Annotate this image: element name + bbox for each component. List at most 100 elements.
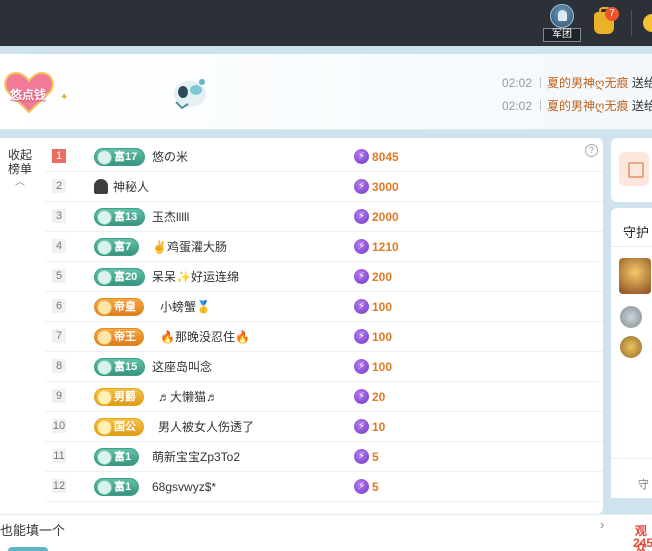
guard-title[interactable]: 守护 [623,222,649,241]
contribution-score: 200 [372,270,393,284]
contribution-score: 5 [372,450,379,464]
rank-number: 3 [52,209,66,223]
rank-number: 11 [52,449,66,463]
lightning-icon: ⚡ [354,269,369,284]
gift-message: 02:02 夏的男神ღ无痕 送给 [502,98,652,114]
rank-number: 8 [52,359,66,373]
lightning-icon: ⚡ [354,419,369,434]
noble-badge: 男爵 [94,388,144,406]
lightning-icon: ⚡ [354,209,369,224]
rank-row[interactable]: 1 富17 悠の米 ⚡ 8045 [45,142,603,172]
lightning-icon: ⚡ [354,149,369,164]
rank-row[interactable]: 4 富7 ✌️鸡蛋灌大肠 ⚡ 1210 [45,232,603,262]
rank-row[interactable]: 10 国公 男人被女人伤透了 ⚡ 10 [45,412,603,442]
lightning-icon: ⚡ [354,239,369,254]
bottom-strip: 也能填一个 › [0,514,652,551]
mascot-icon [174,79,206,110]
wealth-level-badge: 富1 [94,448,140,466]
user-nickname[interactable]: ♬大懒猫♬ [158,382,218,412]
gold-guard-icon[interactable] [620,336,642,358]
viewers-count: 245 [633,536,652,550]
rank-row[interactable]: 5 富20 呆呆✨好运连绵 ⚡ 200 [45,262,603,292]
message-time: 02:02 [502,76,533,90]
bottom-hint-text: 也能填一个 [0,523,66,538]
lightning-icon: ⚡ [354,389,369,404]
heart-activity-button[interactable]: 悠点钱 [0,68,56,118]
task-card[interactable] [611,138,652,202]
legion-label: 军团 [543,28,581,42]
wealth-level-badge: 富20 [94,268,146,286]
rank-row[interactable]: 2 神秘人 ⚡ 3000 [45,172,603,202]
wealth-level-badge: 富7 [94,238,140,256]
contribution-score: 20 [372,390,386,404]
contribution-score: 1210 [372,240,399,254]
top-divider [631,10,632,36]
silver-guard-icon[interactable] [620,306,642,328]
message-sender[interactable]: 夏的男神ღ无痕 [547,99,628,113]
rank-number: 1 [52,149,66,163]
contribution-score: 3000 [372,180,399,194]
contribution-score: 10 [372,420,386,434]
message-time: 02:02 [502,99,533,113]
rank-row[interactable]: 12 富1 68gsvwyz$* ⚡ 5 [45,472,603,502]
message-action: 送给 [631,99,652,113]
user-nickname[interactable]: 小螃蟹🥇 [160,292,211,322]
mystery-user-icon [94,179,108,194]
user-nickname[interactable]: 68gsvwyz$* [152,472,216,502]
user-nickname[interactable]: 🔥那晚没忍住🔥 [160,322,250,352]
guard-divider [611,246,652,247]
wealth-level-badge: 富15 [94,358,146,376]
gift-banner: 悠点钱 ✦ 02:02 夏的男神ღ无痕 送给 02:02 夏的男神ღ无痕 送给 [0,54,652,130]
wealth-level-badge: 富13 [94,208,146,226]
message-sender[interactable]: 夏的男神ღ无痕 [547,76,628,90]
guard-panel: 守护 守 [611,208,652,498]
coin-icon[interactable] [643,14,652,32]
message-separator [540,77,542,88]
rank-number: 4 [52,239,66,253]
rank-row[interactable]: 9 男爵 ♬大懒猫♬ ⚡ 20 [45,382,603,412]
rank-row[interactable]: 11 富1 萌新宝宝Zp3To2 ⚡ 5 [45,442,603,472]
rank-number: 6 [52,299,66,313]
lightning-icon: ⚡ [354,479,369,494]
backpack-badge: 7 [605,7,619,21]
lightning-icon: ⚡ [354,299,369,314]
user-nickname[interactable]: 这座岛叫念 [152,352,212,382]
user-nickname[interactable]: 悠の米 [152,142,188,172]
chevron-right-icon[interactable]: › [600,517,604,532]
user-nickname[interactable]: 男人被女人伤透了 [158,412,254,442]
lightning-icon: ⚡ [354,329,369,344]
rank-row[interactable]: 3 富13 玉杰lllll ⚡ 2000 [45,202,603,232]
lightning-icon: ⚡ [354,179,369,194]
rank-number: 10 [52,419,66,433]
noble-badge: 帝王 [94,328,144,346]
contribution-score: 5 [372,480,379,494]
user-nickname[interactable]: 神秘人 [113,172,149,202]
collapse-rank-button[interactable]: 收起 榜单 ︿ [6,148,34,188]
user-nickname[interactable]: 呆呆✨好运连绵 [152,262,239,292]
guard-avatar[interactable] [619,258,651,294]
right-side-panel: 守护 守 [611,138,652,514]
rank-number: 12 [52,479,66,493]
guard-footer-divider [611,458,652,459]
lightning-icon: ⚡ [354,359,369,374]
rank-row[interactable]: 8 富15 这座岛叫念 ⚡ 100 [45,352,603,382]
user-nickname[interactable]: ✌️鸡蛋灌大肠 [152,232,227,262]
rank-row[interactable]: 6 帝皇 小螃蟹🥇 ⚡ 100 [45,292,603,322]
contribution-score: 100 [372,300,393,314]
wealth-level-badge: 富17 [94,148,146,166]
rank-number: 5 [52,269,66,283]
collapse-label: 收起 [7,148,32,162]
legion-button[interactable]: 军团 [543,4,581,42]
rank-row[interactable]: 7 帝王 🔥那晚没忍住🔥 ⚡ 100 [45,322,603,352]
bottom-tab-pill [8,547,48,551]
user-nickname[interactable]: 玉杰lllll [152,202,189,232]
rank-number: 7 [52,329,66,343]
contribution-score: 8045 [372,150,399,164]
wealth-level-badge: 富1 [94,478,140,496]
user-nickname[interactable]: 萌新宝宝Zp3To2 [152,442,240,472]
rank-number: 2 [52,179,66,193]
guard-footer-link[interactable]: 守 [638,476,649,492]
sparkle-icon: ✦ [60,92,69,103]
message-separator [540,100,542,111]
task-icon [619,152,649,186]
